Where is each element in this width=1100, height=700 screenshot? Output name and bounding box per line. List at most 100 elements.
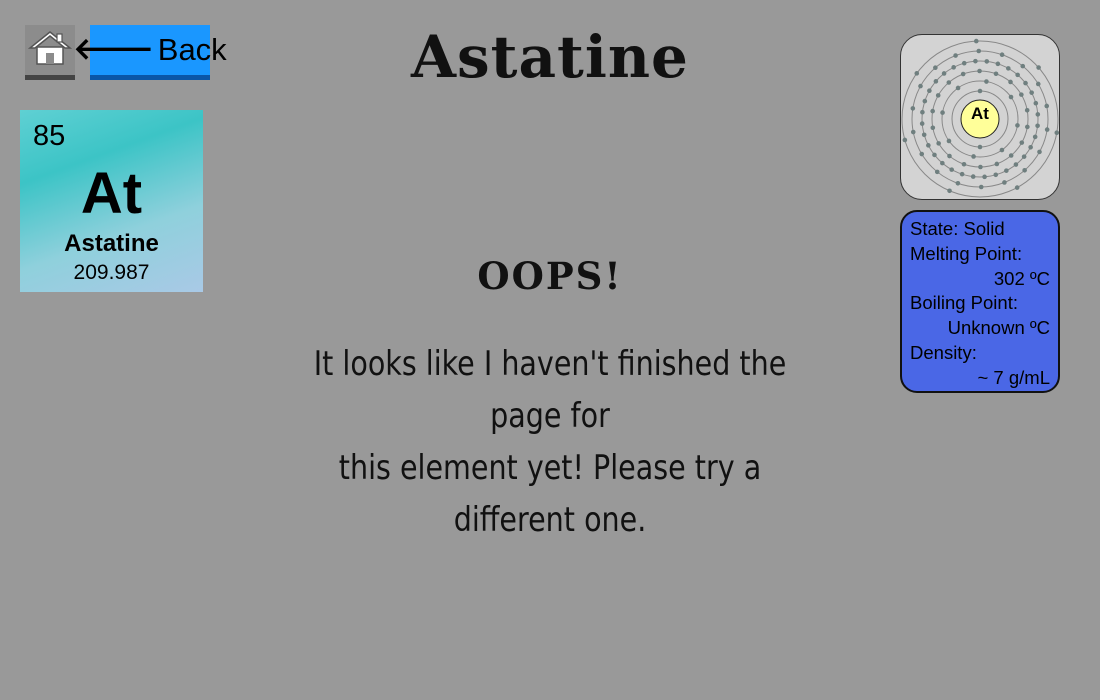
electron-dot: [982, 174, 987, 180]
unfinished-message: It looks like I haven't finished the pag…: [277, 338, 823, 546]
state-text: State: Solid: [910, 218, 1005, 239]
atomic-number: 85: [33, 120, 66, 152]
electron-dot: [930, 108, 935, 114]
electron-dot: [1022, 167, 1027, 173]
boiling-point-label: Boiling Point:: [910, 292, 1018, 314]
home-button[interactable]: [25, 25, 75, 80]
oops-heading: OOPS!: [477, 254, 623, 298]
electron-dot: [932, 152, 937, 158]
electron-dot: [993, 172, 999, 178]
nucleus-label: At: [971, 104, 989, 123]
electron-dot: [970, 174, 976, 179]
back-button[interactable]: 🡐 Back: [73, 25, 227, 80]
electron-dot: [927, 88, 932, 93]
electron-dot: [1008, 153, 1014, 158]
element-name: Astatine: [64, 230, 159, 257]
electron-dot: [955, 181, 961, 186]
electron-dot: [971, 154, 976, 159]
electron-dot: [936, 141, 941, 146]
electron-dot: [959, 171, 965, 177]
electron-dot: [977, 144, 983, 150]
electron-dot: [1006, 66, 1011, 71]
element-info-panel: State: Solid Melting Point: 302 ºC Boili…: [900, 210, 1060, 393]
electron-dot: [940, 110, 945, 115]
density-value: ~ 7 g/mL: [977, 366, 1050, 388]
electron-dot: [977, 68, 982, 74]
electron-dot: [1002, 180, 1007, 185]
electron-dot: [1044, 103, 1050, 109]
melting-point-value: 302 ºC: [993, 267, 1050, 289]
element-symbol: At: [80, 161, 143, 226]
electron-dot: [973, 38, 979, 44]
back-button-label: Back: [157, 32, 227, 67]
electron-dot: [933, 65, 938, 71]
electron-dot: [1013, 162, 1019, 167]
electron-dot: [947, 153, 952, 159]
electron-dot: [1035, 81, 1041, 87]
electron-dot: [930, 125, 936, 131]
electron-dot: [933, 79, 939, 84]
electron-dot: [910, 129, 916, 135]
electron-dot: [1019, 92, 1024, 97]
electron-dot: [910, 106, 916, 111]
electron-dot: [977, 88, 983, 94]
electron-dot: [1044, 127, 1050, 132]
electron-dot: [1004, 168, 1009, 173]
electron-dot: [953, 53, 958, 58]
electron-dot: [1008, 94, 1014, 100]
electron-dot: [961, 60, 967, 66]
electron-dot: [949, 167, 954, 172]
message-line-2: this element yet! Please try a different…: [338, 448, 762, 540]
electron-dot: [1014, 185, 1020, 190]
electron-dot: [1035, 123, 1040, 129]
home-icon: [27, 28, 73, 73]
electron-dot: [1025, 124, 1030, 130]
electron-dot: [1019, 140, 1025, 145]
electron-dot: [999, 147, 1005, 153]
electron-dot: [946, 138, 952, 144]
element-tile: 85 At Astatine 209.987: [20, 110, 203, 292]
electron-dot: [1054, 130, 1059, 136]
electron-dot: [960, 71, 966, 77]
melting-point-label: Melting Point:: [910, 242, 1023, 264]
electron-dot: [1029, 90, 1034, 95]
electron-dot: [902, 137, 908, 143]
electron-dot: [995, 61, 1001, 67]
electron-dot: [914, 71, 920, 76]
electron-dot: [946, 80, 952, 85]
electron-dot: [1015, 72, 1020, 78]
electron-dot: [1037, 149, 1042, 155]
electron-dot: [1028, 145, 1033, 150]
atomic-mass: 209.987: [73, 261, 150, 284]
page-title: Astatine: [411, 23, 689, 91]
electron-dot: [921, 132, 927, 138]
density-label: Density:: [910, 341, 977, 363]
electron-dot: [1015, 123, 1020, 128]
electron-dot: [919, 151, 925, 157]
electron-dot: [999, 52, 1005, 57]
electron-dot: [940, 160, 945, 166]
electron-dot: [941, 71, 947, 76]
electron-dot: [947, 188, 952, 194]
electron-dot: [1024, 107, 1030, 113]
electron-dot: [984, 79, 989, 84]
electron-dot: [920, 109, 925, 115]
electron-dot: [973, 58, 978, 64]
electron-dot: [976, 48, 982, 54]
electron-dot: [926, 143, 931, 148]
electron-dot: [918, 83, 923, 89]
electron-dot: [1036, 65, 1041, 70]
message-line-1: It looks like I haven't finished the pag…: [313, 344, 787, 436]
electron-dot: [1023, 80, 1028, 86]
electron-dot: [934, 169, 940, 175]
electron-dot: [961, 161, 967, 167]
electron-dot: [919, 121, 925, 126]
electron-shell-diagram: At: [900, 34, 1060, 200]
electron-dot: [993, 71, 999, 77]
electron-dot: [978, 164, 983, 170]
electron-dot: [922, 98, 928, 104]
electron-dot: [1021, 154, 1027, 159]
electron-dot: [1032, 134, 1038, 140]
electron-dot: [935, 93, 941, 98]
electron-dot: [1033, 100, 1039, 106]
